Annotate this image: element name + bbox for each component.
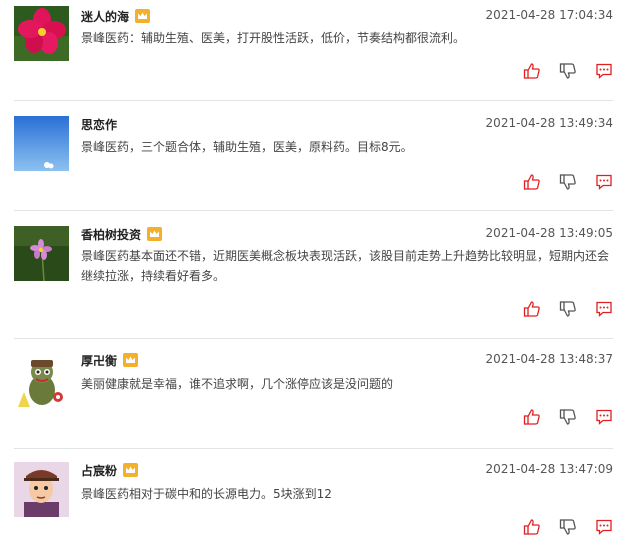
username[interactable]: 占宸粉 — [81, 462, 117, 479]
comment-icon[interactable] — [595, 518, 613, 536]
thumbs-down-icon[interactable] — [559, 408, 577, 426]
post-divider — [14, 338, 613, 339]
username[interactable]: 香柏树投资 — [81, 226, 141, 243]
username[interactable]: 厚卍衡 — [81, 352, 117, 369]
thumbs-up-icon[interactable] — [523, 300, 541, 318]
thumbs-down-icon[interactable] — [559, 300, 577, 318]
post-content: 景峰医药：辅助生殖、医美，打开股性活跃，低价，节奏结构都很流利。 — [81, 31, 466, 45]
comment-icon[interactable] — [595, 300, 613, 318]
post-item: 香柏树投资 2021-04-28 13:49:05 景峰医药基本面还不错，近期医… — [0, 218, 623, 338]
thumbs-up-icon[interactable] — [523, 62, 541, 80]
post-timestamp: 2021-04-28 17:04:34 — [485, 8, 613, 22]
post-content: 景峰医药相对于碳中和的长源电力。5块涨到12 — [81, 487, 332, 501]
thumbs-up-icon[interactable] — [523, 173, 541, 191]
thumbs-up-icon[interactable] — [523, 518, 541, 536]
avatar[interactable] — [14, 226, 69, 281]
post-item: 厚卍衡 2021-04-28 13:48:37 美丽健康就是幸福，谁不追求啊，几… — [0, 344, 623, 448]
avatar[interactable] — [14, 462, 69, 517]
post-divider — [14, 210, 613, 211]
post-timestamp: 2021-04-28 13:49:05 — [485, 226, 613, 240]
post-item: 思恋作 2021-04-28 13:49:34 景峰医药，三个题合体，辅助生殖，… — [0, 108, 623, 210]
comment-icon[interactable] — [595, 62, 613, 80]
post-divider — [14, 448, 613, 449]
post-timestamp: 2021-04-28 13:49:34 — [485, 116, 613, 130]
comment-icon[interactable] — [595, 408, 613, 426]
post-item: 迷人的海 2021-04-28 17:04:34 景峰医药：辅助生殖、医美，打开… — [0, 0, 623, 100]
post-timestamp: 2021-04-28 13:47:09 — [485, 462, 613, 476]
thumbs-up-icon[interactable] — [523, 408, 541, 426]
comment-icon[interactable] — [595, 173, 613, 191]
thumbs-down-icon[interactable] — [559, 518, 577, 536]
avatar[interactable] — [14, 6, 69, 61]
username[interactable]: 迷人的海 — [81, 8, 129, 25]
post-divider — [14, 100, 613, 101]
vip-crown-icon — [123, 352, 138, 367]
post-item: 占宸粉 2021-04-28 13:47:09 景峰医药相对于碳中和的长源电力。… — [0, 454, 623, 544]
thumbs-down-icon[interactable] — [559, 62, 577, 80]
vip-crown-icon — [147, 226, 162, 241]
post-content: 景峰医药基本面还不错，近期医美概念板块表现活跃，该股目前走势上升趋势比较明显，短… — [81, 249, 610, 283]
avatar[interactable] — [14, 116, 69, 171]
post-content: 景峰医药，三个题合体，辅助生殖，医美，原料药。目标8元。 — [81, 140, 413, 154]
vip-crown-icon — [123, 462, 138, 477]
username[interactable]: 思恋作 — [81, 116, 117, 133]
vip-crown-icon — [135, 8, 150, 23]
avatar[interactable] — [14, 352, 69, 407]
post-timestamp: 2021-04-28 13:48:37 — [485, 352, 613, 366]
post-content: 美丽健康就是幸福，谁不追求啊，几个涨停应该是没问题的 — [81, 377, 394, 391]
thumbs-down-icon[interactable] — [559, 173, 577, 191]
